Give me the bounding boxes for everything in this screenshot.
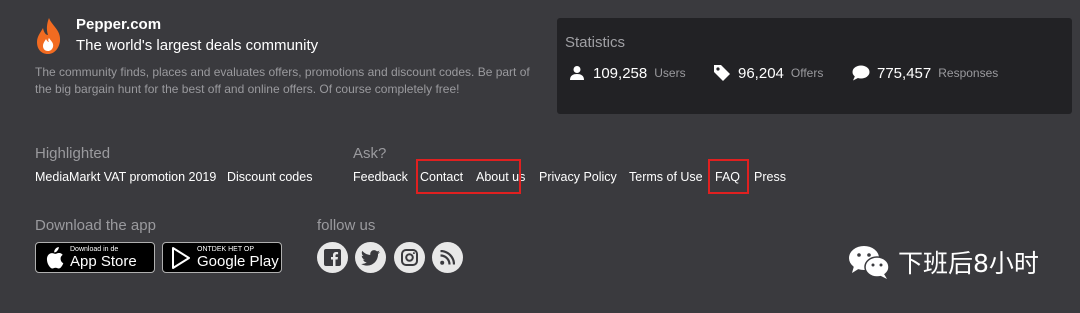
twitter-button[interactable]: [355, 242, 386, 273]
link-mediamarkt-vat[interactable]: MediaMarkt VAT promotion 2019: [35, 170, 216, 184]
flame-icon: [37, 18, 61, 54]
facebook-button[interactable]: [317, 242, 348, 273]
pepper-logo[interactable]: [34, 16, 64, 56]
highlight-box-faq: [708, 159, 749, 194]
stat-offers: 96,204 Offers: [712, 63, 823, 83]
wechat-icon: [849, 246, 890, 279]
statistics-panel: Statistics 109,258 Users 96,204 Offers 7…: [557, 18, 1072, 114]
rss-icon: [440, 250, 455, 265]
stat-users-label: Users: [654, 66, 686, 80]
brand-description: The community finds, places and evaluate…: [35, 65, 530, 96]
stat-responses-label: Responses: [938, 66, 999, 80]
stat-users: 109,258 Users: [567, 63, 686, 83]
google-play-small-text: ONTDEK HET OP: [197, 246, 255, 253]
watermark-text: 下班后8小时: [898, 249, 1039, 278]
google-play-big-text: Google Play: [197, 253, 279, 270]
comment-icon: [851, 63, 871, 83]
highlighted-title: Highlighted: [35, 145, 111, 162]
stat-users-value: 109,258: [593, 64, 648, 82]
brand-name[interactable]: Pepper.com: [76, 16, 161, 33]
link-discount-codes[interactable]: Discount codes: [227, 170, 312, 184]
facebook-icon: [324, 249, 341, 266]
stat-offers-value: 96,204: [738, 64, 784, 82]
app-store-small-text: Download in de: [70, 246, 119, 253]
stat-offers-label: Offers: [790, 66, 824, 80]
app-store-badge[interactable]: Download in de App Store: [35, 242, 155, 273]
stat-responses-value: 775,457: [877, 64, 932, 82]
google-play-badge[interactable]: ONTDEK HET OP Google Play: [162, 242, 282, 273]
play-icon: [172, 246, 190, 269]
link-feedback[interactable]: Feedback: [353, 170, 408, 184]
tag-icon: [712, 63, 732, 83]
follow-title: follow us: [317, 217, 376, 234]
link-terms-of-use[interactable]: Terms of Use: [629, 170, 703, 184]
app-store-big-text: App Store: [70, 253, 137, 270]
rss-button[interactable]: [432, 242, 463, 273]
stat-responses: 775,457 Responses: [851, 63, 998, 83]
instagram-icon: [401, 249, 418, 266]
twitter-icon: [361, 249, 380, 266]
wechat-watermark: 下班后8小时: [848, 244, 1039, 280]
ask-title: Ask?: [353, 145, 387, 162]
highlight-box-contact-about: [416, 159, 521, 194]
link-press[interactable]: Press: [754, 170, 786, 184]
brand-tagline: The world's largest deals community: [76, 37, 319, 54]
statistics-title: Statistics: [565, 34, 626, 51]
download-title: Download the app: [35, 217, 156, 234]
apple-icon: [46, 246, 64, 269]
link-privacy-policy[interactable]: Privacy Policy: [539, 170, 617, 184]
instagram-button[interactable]: [394, 242, 425, 273]
user-icon: [567, 63, 587, 83]
